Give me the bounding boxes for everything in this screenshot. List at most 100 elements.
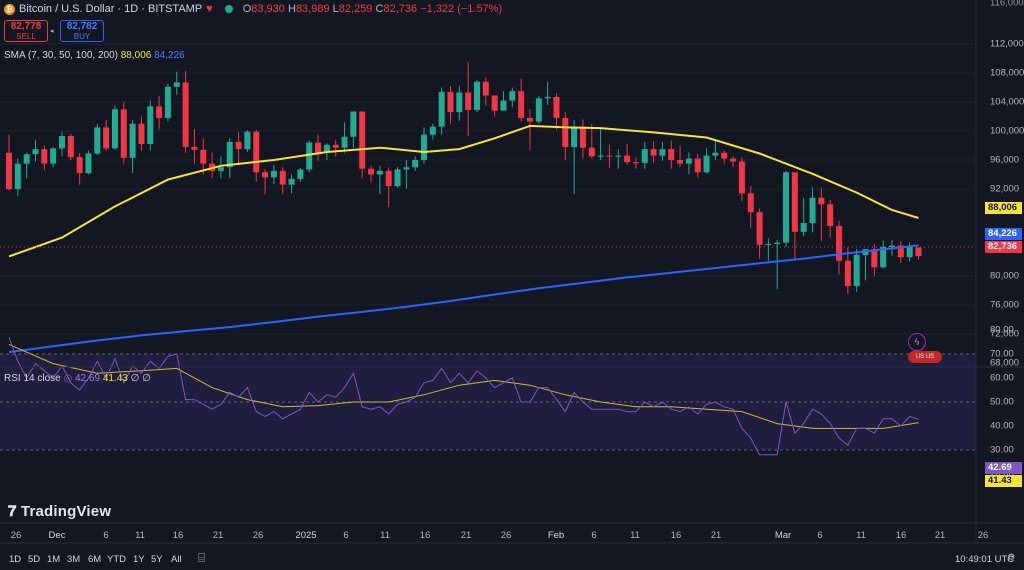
candle-body [182,82,189,147]
candle-body [827,204,834,226]
spread-arrow-icon: ◂ [50,28,54,35]
candle-body [465,92,472,110]
price-tick-label: 96,000 [990,154,1020,166]
range-button-ytd[interactable]: YTD [107,554,126,565]
candle-body [526,117,533,122]
candle-body [738,161,745,194]
price-tick-label: 80,000 [990,270,1020,282]
economic-events-flags-icon[interactable]: US US [908,351,942,363]
range-button-6m[interactable]: 6M [88,554,101,565]
candle-body [341,136,348,148]
candle-body [429,126,436,135]
candle-body [226,141,233,168]
range-button-all[interactable]: All [171,554,182,565]
high-value: 83,989 [295,3,330,15]
tradingview-mark-icon: 𝟕 [8,503,17,520]
candle-body [76,157,83,174]
price-tick-label: 108,000 [990,67,1024,79]
symbol-header: ₿ Bitcoin / U.S. Dollar · 1D · BITSTAMP … [4,3,502,15]
sma-legend[interactable]: SMA (7, 30, 50, 100, 200) 88,006 84,226 [4,50,185,61]
market-status-icon[interactable] [224,5,233,13]
rsi-tick-label: 80.00 [990,324,1014,336]
time-tick-label: 26 [977,530,989,541]
range-button-1d[interactable]: 1D [9,554,21,565]
time-tick-label: 16 [172,530,184,541]
time-tick-label: 11 [135,530,145,541]
candle-body [270,170,277,178]
rsi-badge: 42.69 [985,462,1022,474]
candle-body [111,109,118,149]
time-tick-label: 16 [419,530,431,541]
range-button-5d[interactable]: 5D [28,554,40,565]
candle-body [906,246,913,258]
rsi-ma-badge: 41.43 [985,475,1022,487]
range-button-1y[interactable]: 1Y [133,554,145,565]
candle-body [262,172,269,178]
candle-body [871,249,878,268]
sma-value-1: 88,006 [120,50,152,61]
candle-body [650,149,657,156]
candle-body [217,167,224,171]
sma-short-line [8,244,919,354]
sma-value-2: 84,226 [154,50,185,61]
candle-body [297,169,304,179]
candle-body [703,155,710,173]
candle-body [41,149,48,164]
candle-body [23,154,30,164]
rsi-settings-icon[interactable]: ◎ [63,373,72,384]
time-tick-label: 16 [895,530,907,541]
symbol-title[interactable]: Bitcoin / U.S. Dollar · 1D · BITSTAMP [19,3,202,15]
candle-body [50,148,57,164]
candle-body [438,91,445,127]
range-button-3m[interactable]: 3M [67,554,80,565]
candle-body [562,117,569,147]
candle-body [747,193,754,213]
candle-body [156,106,163,118]
time-tick-label: 6 [103,530,109,541]
candle-body [844,260,851,287]
clock[interactable]: 10:49:01 UTC [955,554,1014,565]
candle-body [721,152,728,159]
close-value: 82,736 [383,3,418,15]
time-tick-label: 2025 [295,530,317,541]
time-tick-label: 6 [591,530,597,541]
tradingview-logo: 𝟕 TradingView [8,503,112,520]
event-lightning-icon[interactable]: ϟ [908,333,926,351]
candle-body [421,134,428,160]
bitcoin-icon: ₿ [4,3,15,15]
candle-body [103,127,110,149]
candle-body [756,212,763,245]
time-tick-label: Feb [547,530,565,541]
candle-body [491,95,498,111]
buy-price: 82,782 [66,21,98,32]
sell-button[interactable]: 82,778 SELL [4,20,48,42]
range-button-1m[interactable]: 1M [47,554,60,565]
chart-canvas[interactable] [0,0,1024,570]
settings-gear-icon[interactable]: ⚙ [1007,552,1016,563]
heart-icon[interactable]: ♥ [206,3,213,15]
candle-body [774,242,781,245]
candle-body [235,141,242,150]
sell-label: SELL [16,32,36,41]
candle-body [632,162,639,164]
sma-long-line [8,124,919,258]
buy-button[interactable]: 82,782 BUY [60,20,104,42]
price-tick-label: 92,000 [990,183,1020,195]
rsi-ma-value: 41.43 [102,373,128,384]
candle-body [553,96,560,118]
candle-body [791,172,798,232]
rsi-tick-label: 40.00 [990,420,1014,432]
candle-body [677,160,684,164]
time-tick-label: 21 [460,530,472,541]
price-tick-label: 76,000 [990,299,1020,311]
candle-body [350,111,357,137]
sell-price: 82,778 [10,21,42,32]
candle-body [809,197,816,224]
calendar-range-icon[interactable]: ⌸ [198,551,205,566]
price-tick-label: 112,000 [990,38,1024,50]
time-tick-label: 6 [817,530,823,541]
rsi-legend[interactable]: RSI 14 close ◎ 42.69 41.43 ∅ ∅ [4,373,151,384]
candle-body [818,197,825,205]
time-tick-label: 26 [500,530,512,541]
range-button-5y[interactable]: 5Y [151,554,163,565]
